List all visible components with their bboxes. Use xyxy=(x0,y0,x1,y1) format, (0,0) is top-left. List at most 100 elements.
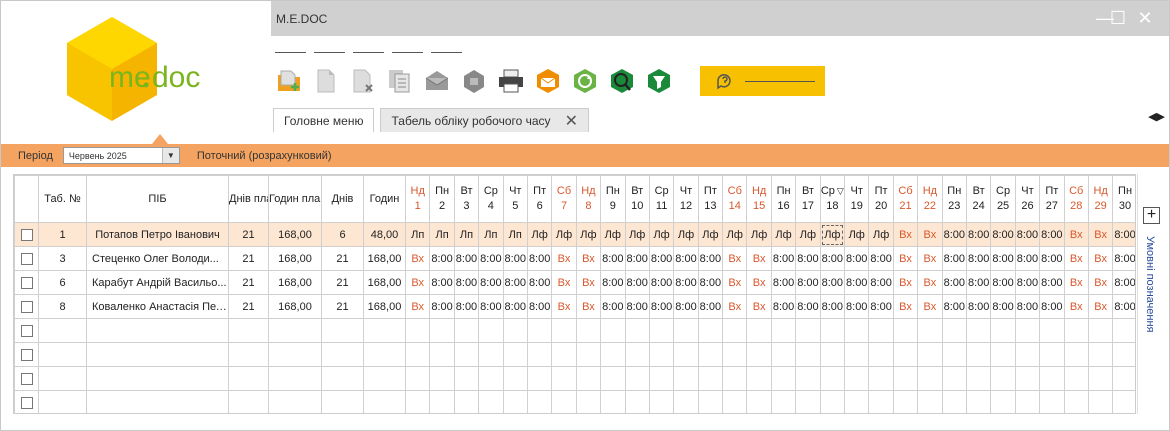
day-header-26[interactable]: Чт 26 xyxy=(1014,175,1041,223)
day-cell[interactable]: 8:00 xyxy=(673,270,699,295)
day-cell[interactable]: Вх xyxy=(746,294,772,319)
day-cell[interactable]: Вх xyxy=(917,222,943,247)
name-cell[interactable]: Карабут Андрій Васильо... xyxy=(86,270,229,295)
name-cell[interactable]: Коваленко Анастасія Пет... xyxy=(86,294,229,319)
expand-legend-icon[interactable]: + xyxy=(1143,207,1160,224)
days-plan-cell[interactable]: 21 xyxy=(228,222,269,247)
days-cell[interactable]: 21 xyxy=(321,270,364,295)
day-cell[interactable]: Лф xyxy=(673,222,699,247)
day-cell[interactable]: Вх xyxy=(1063,222,1089,247)
day-header-12[interactable]: Чт 12 xyxy=(673,175,699,223)
tab-timesheet[interactable]: Табель обліку робочого часу ✕ xyxy=(380,108,589,132)
day-cell[interactable]: 8:00 xyxy=(1014,270,1041,295)
day-cell[interactable]: 8:00 xyxy=(941,222,967,247)
day-header-15[interactable]: Нд 15 xyxy=(746,175,772,223)
table-row[interactable]: 3 Стеценко Олег Володи... 21 168,00 21 168,00… xyxy=(14,246,1135,271)
day-cell[interactable]: Вх xyxy=(722,270,748,295)
day-header-30[interactable]: Пн 30 xyxy=(1112,175,1135,223)
day-cell[interactable]: 8:00 xyxy=(1014,294,1041,319)
day-cell[interactable]: 8:00 xyxy=(868,246,894,271)
day-cell[interactable]: Вх xyxy=(917,246,943,271)
day-cell[interactable]: 8:00 xyxy=(429,246,455,271)
day-cell[interactable]: 8:00 xyxy=(453,270,480,295)
day-cell[interactable]: 8:00 xyxy=(624,294,650,319)
day-cell[interactable]: 8:00 xyxy=(526,246,553,271)
hours-plan-cell[interactable]: 168,00 xyxy=(268,270,322,295)
day-cell[interactable]: Вх xyxy=(1063,270,1089,295)
day-cell[interactable]: Лф xyxy=(770,222,797,247)
day-cell[interactable]: 8:00 xyxy=(941,270,967,295)
day-cell[interactable]: Вх xyxy=(404,246,431,271)
day-cell[interactable]: 8:00 xyxy=(795,270,821,295)
name-cell[interactable]: Потапов Петро Іванович xyxy=(86,222,229,247)
day-cell[interactable]: 8:00 xyxy=(673,246,699,271)
day-cell[interactable]: 8:00 xyxy=(1014,246,1041,271)
day-cell[interactable]: Вх xyxy=(1087,222,1114,247)
close-tab-icon[interactable]: ✕ xyxy=(565,111,578,131)
menu-item[interactable] xyxy=(314,41,345,53)
legend-label[interactable]: Умовні позначення xyxy=(1144,236,1156,333)
day-header-27[interactable]: Пт 27 xyxy=(1039,175,1065,223)
hours-plan-cell[interactable]: 168,00 xyxy=(268,294,322,319)
day-cell[interactable]: 8:00 xyxy=(770,270,797,295)
menu-item[interactable] xyxy=(392,41,423,53)
day-cell[interactable]: Лф xyxy=(575,222,602,247)
search-icon[interactable] xyxy=(606,65,638,97)
day-cell[interactable]: 8:00 xyxy=(770,294,797,319)
day-cell[interactable]: 8:00 xyxy=(990,246,1016,271)
period-select[interactable]: Червень 2025 ▼ xyxy=(62,147,180,164)
day-cell[interactable]: Лп xyxy=(502,222,528,247)
day-header-11[interactable]: Ср 11 xyxy=(648,175,675,223)
day-cell[interactable]: 8:00 xyxy=(1112,270,1135,295)
day-cell[interactable]: 8:00 xyxy=(1039,246,1065,271)
day-cell[interactable]: Вх xyxy=(551,270,577,295)
day-header-1[interactable]: Нд 1 xyxy=(404,175,431,223)
day-cell[interactable]: Вх xyxy=(575,294,602,319)
new-document-icon[interactable] xyxy=(273,65,305,97)
day-header-21[interactable]: Сб 21 xyxy=(892,175,919,223)
row-checkbox[interactable] xyxy=(20,252,33,265)
day-cell[interactable]: Вх xyxy=(722,246,748,271)
hours-cell[interactable]: 168,00 xyxy=(363,270,406,295)
day-header-10[interactable]: Вт 10 xyxy=(624,175,650,223)
days-plan-cell[interactable]: 21 xyxy=(228,270,269,295)
day-cell[interactable]: 8:00 xyxy=(965,294,992,319)
day-cell[interactable]: Лф xyxy=(526,222,553,247)
table-row[interactable]: 1 Потапов Петро Іванович 21 168,00 6 48,00 Лп Л… xyxy=(14,222,1135,247)
hours-plan-cell[interactable]: 168,00 xyxy=(268,222,322,247)
day-cell[interactable]: 8:00 xyxy=(990,270,1016,295)
tab-no-cell[interactable]: 1 xyxy=(38,222,87,247)
day-cell[interactable]: Вх xyxy=(917,270,943,295)
chevron-down-icon[interactable]: ▼ xyxy=(161,148,179,163)
day-cell[interactable]: 8:00 xyxy=(965,222,992,247)
day-cell[interactable]: 8:00 xyxy=(600,294,626,319)
day-header-14[interactable]: Сб 14 xyxy=(722,175,748,223)
day-cell[interactable]: 8:00 xyxy=(648,246,675,271)
day-header-24[interactable]: Вт 24 xyxy=(965,175,992,223)
day-cell[interactable]: Лф xyxy=(819,222,846,247)
day-cell[interactable]: Лп xyxy=(453,222,480,247)
day-header-16[interactable]: Пн 16 xyxy=(770,175,797,223)
day-header-23[interactable]: Пн 23 xyxy=(941,175,967,223)
day-cell[interactable]: Лф xyxy=(746,222,772,247)
menu-item[interactable] xyxy=(275,41,306,53)
day-cell[interactable]: Вх xyxy=(404,294,431,319)
day-cell[interactable]: Вх xyxy=(722,294,748,319)
day-cell[interactable]: 8:00 xyxy=(600,270,626,295)
day-cell[interactable]: Лф xyxy=(795,222,821,247)
day-cell[interactable]: 8:00 xyxy=(770,246,797,271)
day-cell[interactable]: 8:00 xyxy=(526,270,553,295)
day-cell[interactable]: 8:00 xyxy=(941,294,967,319)
day-header-6[interactable]: Пт 6 xyxy=(526,175,553,223)
help-button[interactable] xyxy=(700,66,825,96)
day-cell[interactable]: 8:00 xyxy=(819,270,846,295)
delete-document-icon[interactable] xyxy=(347,65,379,97)
day-cell[interactable]: 8:00 xyxy=(600,246,626,271)
refresh-icon[interactable] xyxy=(569,65,601,97)
table-row[interactable]: 6 Карабут Андрій Васильо... 21 168,00 21 168,… xyxy=(14,270,1135,295)
name-cell[interactable]: Стеценко Олег Володи... xyxy=(86,246,229,271)
day-cell[interactable]: 8:00 xyxy=(624,270,650,295)
hours-header[interactable]: Годин xyxy=(363,175,406,223)
day-cell[interactable]: 8:00 xyxy=(819,246,846,271)
day-cell[interactable]: Вх xyxy=(1087,294,1114,319)
